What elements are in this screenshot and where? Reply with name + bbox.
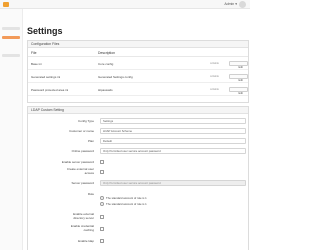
form-row-enable-server-password: Enable server password xyxy=(28,158,248,167)
enable-server-password-checkbox[interactable] xyxy=(100,160,104,164)
logo-icon[interactable] xyxy=(3,2,9,7)
column-description: Description xyxy=(98,51,115,55)
form-row-server-password: Server password Only Permitted user serv… xyxy=(28,179,248,188)
form-row-online-password: Online password Only Permitted user serv… xyxy=(28,147,248,156)
field-label: Enable external directory server xyxy=(73,212,94,220)
field-label: Customer or name xyxy=(69,129,94,133)
user-menu-label: Admin xyxy=(224,2,235,6)
customer-name-field[interactable]: LDAP Account Scheme xyxy=(100,128,246,134)
field-label: Config Type xyxy=(78,119,94,123)
file-description: Generated Settings config xyxy=(98,75,133,79)
field-label: Enable credential caching xyxy=(70,224,94,232)
file-path: Generated settings ini xyxy=(31,75,61,79)
config-files-heading: Configuration Files xyxy=(28,41,248,48)
form-row-create-external-user: Create external user access xyxy=(28,167,248,177)
config-files-panel: Configuration Files File Description Bas… xyxy=(27,40,249,103)
form-row-config-type: Config Type Settings xyxy=(28,117,248,126)
role-option-label: The standard account of role is 1 xyxy=(106,202,147,206)
form-row-enable-ldap: Enable ldap xyxy=(28,237,248,246)
field-label: Enable ldap xyxy=(78,239,94,243)
table-row: Password protected area ini Htpasswds wr… xyxy=(28,84,248,96)
field-label: Online password xyxy=(71,149,94,153)
edit-file-button[interactable]: Edit xyxy=(229,87,248,95)
form-row-customer-name: Customer or name LDAP Account Scheme xyxy=(28,127,248,136)
form-row-plan: Plan Default xyxy=(28,137,248,146)
file-permission: writable xyxy=(210,88,219,91)
file-description: Core config xyxy=(98,62,114,66)
edit-button-label: Edit xyxy=(238,79,243,82)
sidebar-item-1[interactable] xyxy=(2,27,20,30)
page: Admin ▾ Settings Configuration Files Fil… xyxy=(0,0,250,250)
page-title: Settings xyxy=(27,26,63,36)
ldap-heading: LDAP Custom Setting xyxy=(28,107,248,114)
top-bar: Admin ▾ xyxy=(0,0,250,9)
table-row: Base ini Core config writable Edit xyxy=(28,58,248,70)
edit-file-button[interactable]: Edit xyxy=(229,61,248,69)
field-label: Plan xyxy=(87,139,94,143)
config-files-header-row: File Description xyxy=(28,49,248,57)
edit-button-label: Edit xyxy=(238,66,243,69)
file-path: Base ini xyxy=(31,62,42,66)
role-option-label: The standard account of role is 1 xyxy=(106,196,147,200)
field-label: Server password xyxy=(71,181,94,185)
chevron-down-icon: ▾ xyxy=(235,2,237,6)
field-label: Role xyxy=(87,192,94,196)
enable-ldap-checkbox[interactable] xyxy=(100,239,104,243)
sidebar-item-3[interactable] xyxy=(2,54,20,57)
external-directory-checkbox[interactable] xyxy=(100,215,104,219)
avatar[interactable] xyxy=(239,1,246,8)
config-type-field[interactable]: Settings xyxy=(100,118,246,124)
file-path: Password protected area ini xyxy=(31,88,69,92)
online-password-field[interactable]: Only Permitted user service account pass… xyxy=(100,148,246,154)
field-label: Enable server password xyxy=(61,160,94,164)
form-row-credential-caching: Enable credential caching xyxy=(28,224,248,234)
role-radio-2[interactable] xyxy=(100,202,104,206)
file-description: Htpasswds xyxy=(98,88,113,92)
file-permission: writable xyxy=(210,62,219,65)
ldap-settings-panel: LDAP Custom Setting Config Type Settings… xyxy=(27,106,249,250)
form-row-role: Role The standard account of role is 1 T… xyxy=(28,190,248,210)
column-file: File xyxy=(31,51,37,55)
credential-caching-checkbox[interactable] xyxy=(100,227,104,231)
main-content: Settings Configuration Files File Descri… xyxy=(25,9,250,250)
field-label: Create external user access xyxy=(66,167,94,175)
edit-button-label: Edit xyxy=(238,92,243,95)
sidebar-item-settings[interactable] xyxy=(2,36,20,39)
plan-field[interactable]: Default xyxy=(100,138,246,144)
role-radio-1[interactable] xyxy=(100,196,104,200)
server-password-field[interactable]: Only Permitted user service account pass… xyxy=(100,180,246,186)
edit-file-button[interactable]: Edit xyxy=(229,74,248,82)
file-permission: writable xyxy=(210,75,219,78)
create-external-user-checkbox[interactable] xyxy=(100,170,104,174)
user-menu[interactable]: Admin ▾ xyxy=(224,1,237,8)
table-row: Generated settings ini Generated Setting… xyxy=(28,71,248,83)
sidebar xyxy=(0,9,23,250)
form-row-external-directory: Enable external directory server xyxy=(28,212,248,222)
